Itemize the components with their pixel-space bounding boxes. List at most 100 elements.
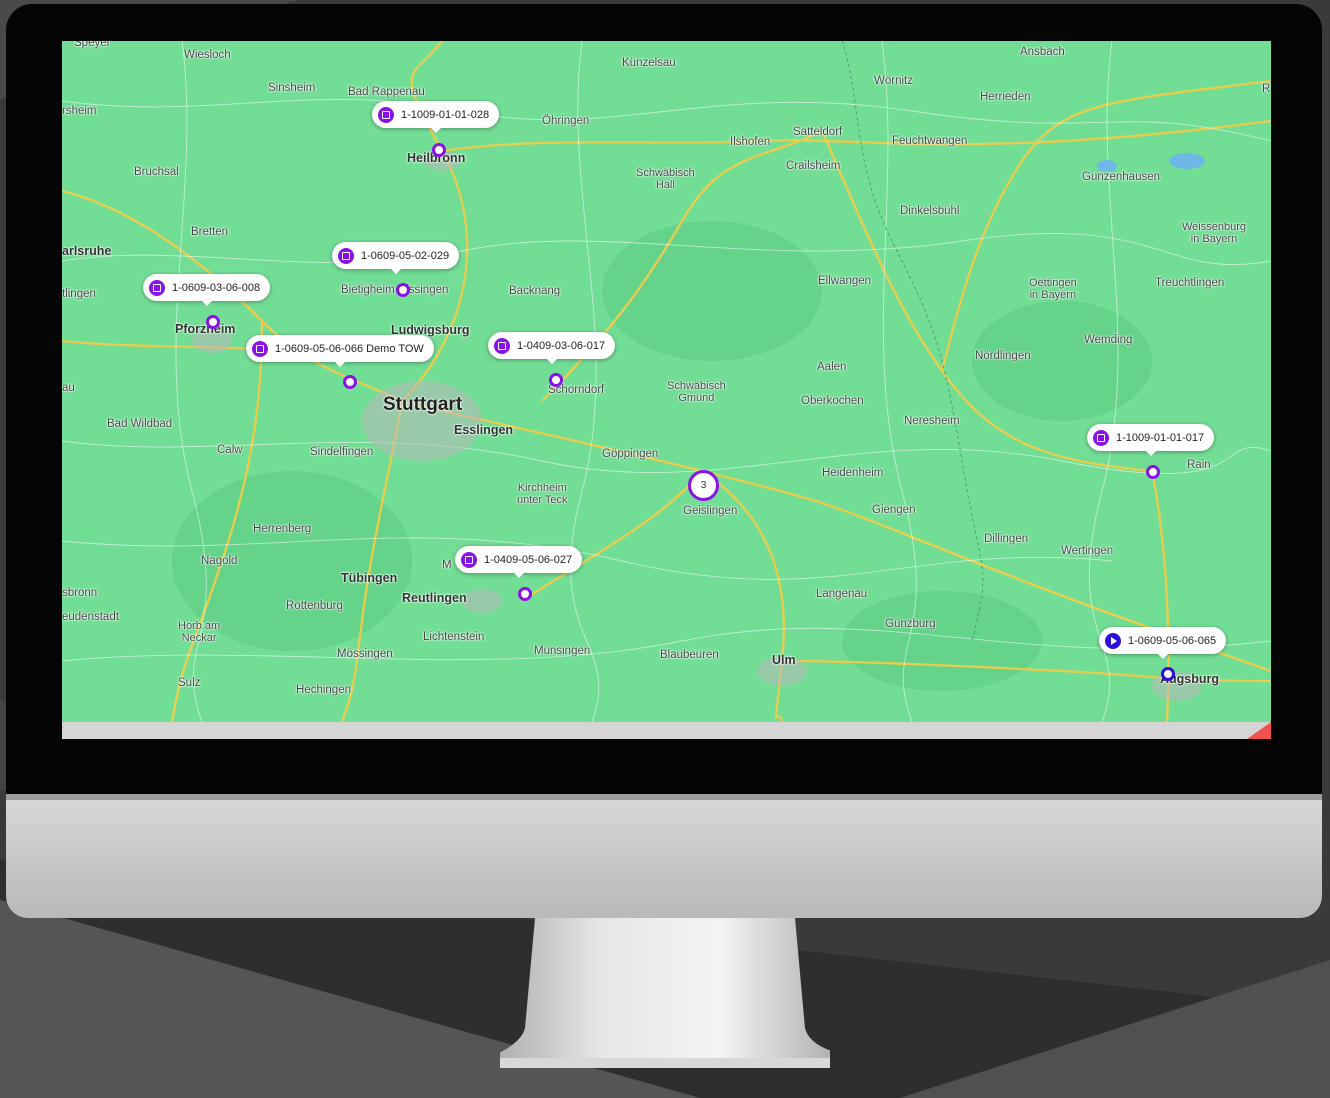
- place-label: Ellwangen: [818, 275, 872, 287]
- place-label: Nördlingen: [975, 350, 1031, 362]
- monitor-chin: [6, 794, 1322, 918]
- stop-icon: [461, 551, 477, 568]
- map-view[interactable]: Speyer Wiesloch Sinsheim Bad Rappenau Kü…: [62, 41, 1271, 722]
- place-label: Aalen: [817, 361, 847, 373]
- place-label: Weissenburg in Bayern: [1182, 221, 1246, 245]
- place-label: Satteldorf: [793, 126, 843, 138]
- place-label: Crailsheim: [786, 160, 841, 172]
- place-label: Neresheim: [904, 415, 960, 427]
- vehicle-marker-label[interactable]: 1-1009-01-01-028: [372, 101, 500, 133]
- place-label: R: [1262, 83, 1271, 95]
- stop-icon: [1093, 429, 1109, 446]
- place-label: Herrieden: [980, 91, 1031, 103]
- place-label: Treuchtlingen: [1155, 277, 1225, 289]
- place-label: Künzelsau: [622, 57, 676, 69]
- place-label: Bretten: [191, 226, 229, 238]
- place-label: Schwäbisch Gmünd: [667, 380, 726, 404]
- stop-icon: [378, 106, 394, 123]
- place-label: rsheim: [62, 105, 97, 117]
- place-label: Bad Wildbad: [107, 418, 173, 430]
- vehicle-id: 1-1009-01-01-028: [401, 108, 490, 121]
- vehicle-marker-label[interactable]: 1-0609-03-06-008: [143, 274, 271, 306]
- vehicle-id: 1-0609-03-06-008: [172, 281, 261, 294]
- place-label: Feuchtwangen: [892, 135, 968, 147]
- place-label: Reutlingen: [402, 591, 467, 605]
- place-label: Bietigheim-Bissingen: [341, 284, 449, 296]
- vehicle-marker-label[interactable]: 1-1009-01-01-017: [1087, 424, 1215, 456]
- place-label: Sinsheim: [268, 82, 316, 94]
- vehicle-marker-label[interactable]: 1-0609-05-06-066 Demo TOW: [246, 335, 434, 367]
- place-label: Oberkochen: [801, 395, 864, 407]
- place-label: Bad Rappenau: [348, 86, 425, 98]
- vehicle-id: 1-0609-05-06-066 Demo TOW: [275, 342, 424, 355]
- place-label: Rain: [1187, 459, 1211, 471]
- place-label: Sindelfingen: [310, 446, 374, 458]
- place-label: Calw: [217, 444, 243, 456]
- vehicle-id: 1-1009-01-01-017: [1116, 431, 1205, 444]
- place-label: Esslingen: [454, 423, 514, 437]
- place-label: Horb am Neckar: [178, 620, 221, 644]
- stop-icon: [338, 247, 354, 264]
- play-icon: [1105, 632, 1121, 649]
- vehicle-id: 1-0409-05-06-027: [484, 553, 573, 566]
- place-label: Wemding: [1084, 334, 1133, 346]
- marker-cluster[interactable]: 3: [688, 470, 719, 501]
- place-label: Blaubeuren: [660, 649, 719, 661]
- vehicle-location-dot[interactable]: [1161, 667, 1175, 681]
- vehicle-marker-label[interactable]: 1-0609-05-06-065: [1099, 627, 1227, 659]
- corner-accent: [1247, 722, 1271, 739]
- place-label: Münsingen: [534, 645, 591, 657]
- vehicle-location-dot[interactable]: [432, 143, 446, 157]
- vehicle-location-dot[interactable]: [549, 373, 563, 387]
- place-label: au: [62, 382, 75, 394]
- place-label: Tübingen: [341, 571, 398, 585]
- place-label: Rottenburg: [286, 600, 343, 612]
- stop-icon: [149, 279, 165, 296]
- monitor-chin-edge: [6, 794, 1322, 800]
- map-footer-bar: [62, 722, 1271, 739]
- vehicle-location-dot[interactable]: [396, 283, 410, 297]
- place-label: Heidenheim: [822, 467, 884, 479]
- vehicle-location-dot[interactable]: [206, 315, 220, 329]
- vehicle-id: 1-0609-05-02-029: [361, 249, 450, 262]
- place-label: Wertingen: [1061, 545, 1114, 557]
- place-label: Ulm: [772, 653, 796, 667]
- place-label: Wörnitz: [874, 75, 913, 87]
- place-label: Oettingen in Bayern: [1029, 277, 1077, 301]
- place-label: Giengen: [872, 504, 916, 516]
- vehicle-marker-label[interactable]: 1-0409-05-06-027: [455, 546, 583, 578]
- vehicle-location-dot[interactable]: [1146, 465, 1160, 479]
- place-label: Öhringen: [542, 115, 590, 127]
- place-label: Stuttgart: [383, 394, 463, 415]
- stop-icon: [494, 337, 510, 354]
- vehicle-location-dot[interactable]: [518, 587, 532, 601]
- place-label: Lichtenstein: [423, 631, 485, 643]
- place-label: eudenstadt: [62, 611, 119, 623]
- place-label: tlingen: [62, 288, 96, 300]
- place-label: Geislingen: [683, 505, 738, 517]
- place-label: Nagold: [201, 555, 238, 567]
- place-label: Göppingen: [602, 448, 659, 460]
- vehicle-marker-label[interactable]: 1-0409-03-06-017: [488, 332, 616, 364]
- place-label: Dinkelsbühl: [900, 205, 960, 217]
- place-label: Ansbach: [1020, 46, 1065, 58]
- place-label: Schwäbisch Hall: [636, 167, 695, 191]
- place-label: sbronn: [62, 587, 98, 599]
- place-label: Kirchheim unter Teck: [517, 482, 568, 506]
- place-label: Gunzenhausen: [1082, 171, 1161, 183]
- vehicle-id: 1-0409-03-06-017: [517, 339, 606, 352]
- place-label: Sulz: [178, 677, 201, 689]
- vehicle-marker-label[interactable]: 1-0609-05-02-029: [332, 242, 460, 274]
- vehicle-location-dot[interactable]: [343, 375, 357, 389]
- place-label: Bruchsal: [134, 166, 179, 178]
- place-label: Dillingen: [984, 533, 1029, 545]
- place-label: arlsruhe: [62, 244, 112, 258]
- place-label: M: [442, 559, 452, 571]
- place-label: Herrenberg: [253, 523, 312, 535]
- place-label: Pforzheim: [175, 322, 236, 336]
- place-label: Backnang: [509, 285, 561, 297]
- place-label: Hechingen: [296, 684, 351, 696]
- place-label: Mössingen: [337, 648, 393, 660]
- place-label: Ilshofen: [730, 136, 771, 148]
- stop-icon: [252, 340, 268, 357]
